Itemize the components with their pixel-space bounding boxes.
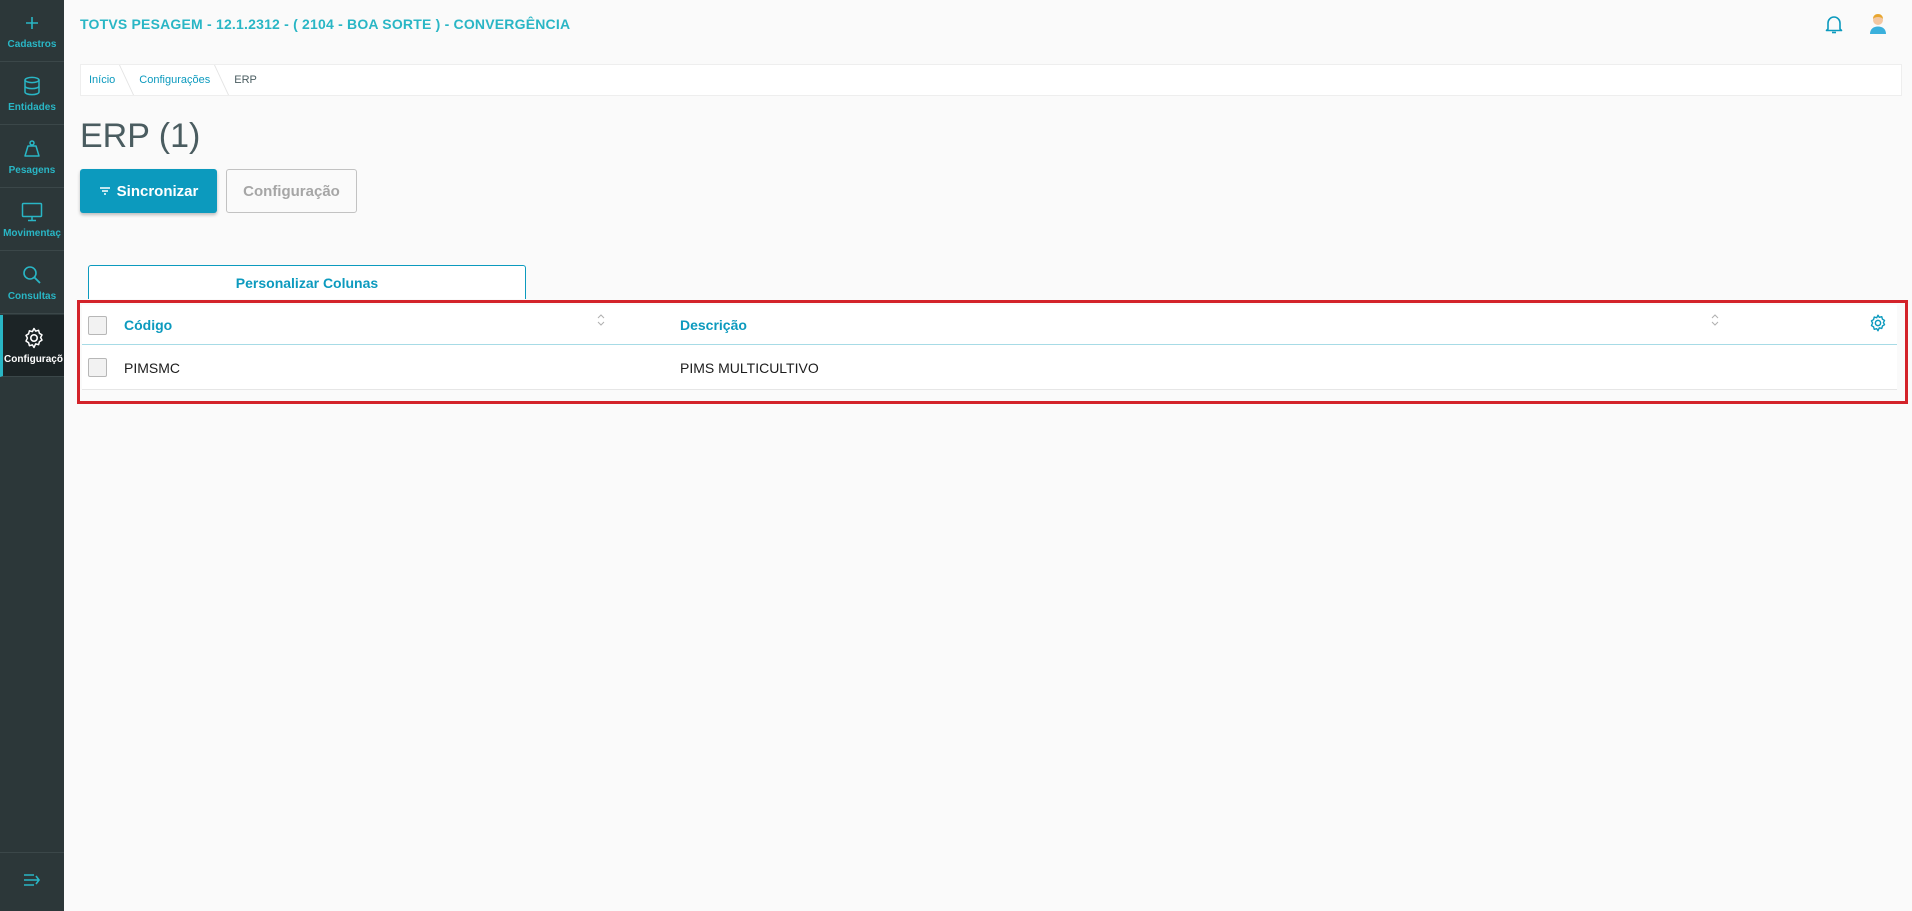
database-icon (20, 74, 44, 98)
filter-icon (99, 186, 111, 196)
sidebar-item-cadastros[interactable]: Cadastros (0, 0, 64, 62)
sidebar-item-configuracoes[interactable]: Configuraçõ (0, 315, 64, 377)
monitor-icon (20, 200, 44, 224)
sync-button-label: Sincronizar (116, 182, 199, 200)
breadcrumb-item-inicio[interactable]: Início (89, 74, 129, 86)
scale-icon (20, 137, 44, 161)
breadcrumb: Início Configurações ERP (80, 64, 1902, 96)
sidebar-item-entidades[interactable]: Entidades (0, 63, 64, 125)
sync-button[interactable]: Sincronizar (80, 169, 217, 213)
row-checkbox[interactable] (88, 358, 107, 377)
gear-icon (22, 326, 46, 350)
table-header: Código Descrição (82, 305, 1897, 345)
sidebar-item-label: Configuraçõ (4, 354, 63, 365)
collapse-menu-icon (23, 873, 41, 892)
cell-codigo: PIMSMC (124, 360, 180, 376)
configuration-button: Configuração (226, 169, 357, 213)
sidebar-item-label: Movimentaç (3, 228, 61, 239)
select-all-checkbox[interactable] (88, 316, 107, 335)
breadcrumb-item-configuracoes[interactable]: Configurações (129, 74, 224, 86)
column-header-codigo[interactable]: Código (124, 305, 172, 345)
user-avatar-icon[interactable] (1866, 11, 1890, 35)
sort-icon[interactable] (597, 313, 605, 327)
sort-icon[interactable] (1711, 313, 1719, 327)
app-title: TOTVS PESAGEM - 12.1.2312 - ( 2104 - BOA… (80, 16, 571, 32)
sidebar-item-label: Entidades (8, 102, 56, 113)
topbar: TOTVS PESAGEM - 12.1.2312 - ( 2104 - BOA… (64, 0, 1912, 48)
sidebar-item-pesagens[interactable]: Pesagens (0, 126, 64, 188)
sidebar-item-label: Consultas (7, 291, 57, 302)
sidebar-item-label: Pesagens (8, 165, 56, 176)
table-row[interactable]: PIMSMC PIMS MULTICULTIVO (82, 346, 1897, 390)
plus-icon (20, 11, 44, 35)
cell-descricao: PIMS MULTICULTIVO (680, 360, 819, 376)
notification-bell-icon[interactable] (1824, 14, 1844, 34)
sidebar-item-label: Cadastros (7, 39, 57, 50)
breadcrumb-item-erp: ERP (234, 74, 257, 86)
sidebar-item-consultas[interactable]: Consultas (0, 252, 64, 314)
table-settings-gear-icon[interactable] (1869, 314, 1887, 332)
sidebar-item-movimentacoes[interactable]: Movimentaç (0, 189, 64, 251)
column-header-descricao[interactable]: Descrição (680, 305, 747, 345)
page-title: ERP (1) (80, 117, 201, 155)
data-table: Código Descrição PIMSMC PIMS MULTICULTIV… (82, 305, 1897, 390)
collapse-menu-button[interactable] (0, 852, 64, 911)
sidebar: Cadastros Entidades Pesagens Movimentaç … (0, 0, 64, 911)
search-icon (20, 263, 44, 287)
customize-columns-button[interactable]: Personalizar Colunas (88, 265, 526, 299)
